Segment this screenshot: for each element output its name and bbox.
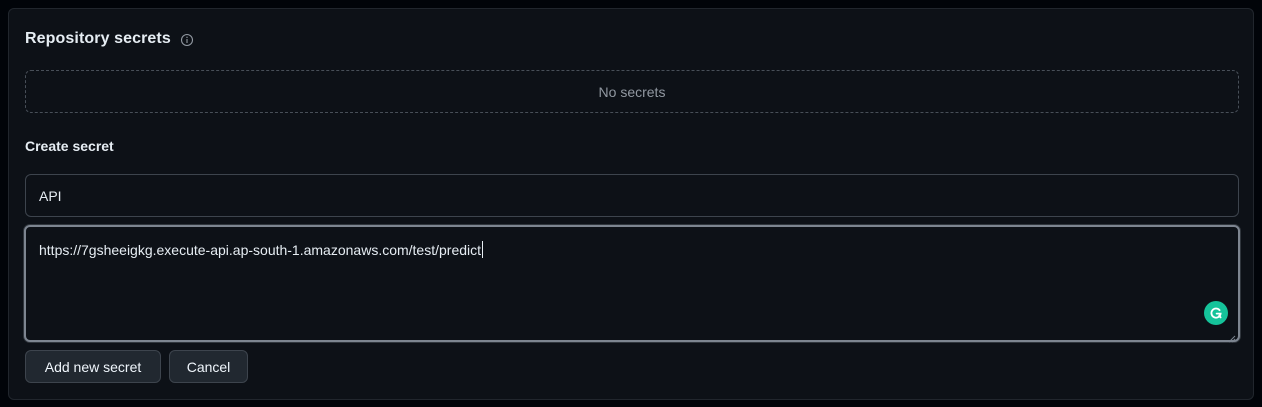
grammarly-icon[interactable] [1204,301,1228,325]
create-secret-label: Create secret [25,138,114,154]
section-header: Repository secrets [25,30,194,48]
cancel-button[interactable]: Cancel [169,350,248,383]
add-secret-button[interactable]: Add new secret [25,350,161,383]
empty-secrets-placeholder: No secrets [25,70,1239,113]
secret-value-text: https://7gsheeigkg.execute-api.ap-south-… [39,241,484,258]
resize-handle-icon[interactable] [1228,330,1236,343]
section-title: Repository secrets [25,30,171,47]
text-caret [482,241,484,258]
empty-secrets-message: No secrets [598,83,666,100]
info-icon[interactable] [180,33,194,47]
secret-value-textarea[interactable]: https://7gsheeigkg.execute-api.ap-south-… [24,225,1240,343]
secret-name-input[interactable] [25,174,1239,217]
secrets-panel: Repository secrets No secrets Create sec… [8,8,1254,400]
